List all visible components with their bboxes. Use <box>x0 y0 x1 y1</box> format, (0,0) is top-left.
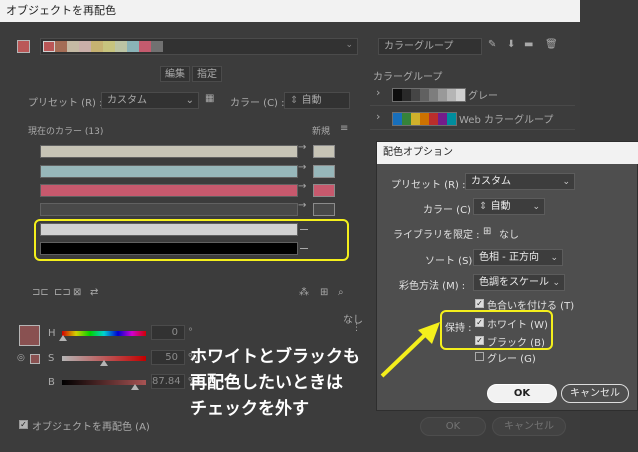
annotation-arrow <box>380 322 440 378</box>
dialog-library-label: ライブラリを限定 : <box>393 230 480 241</box>
annotation-line-3: チェックを外す <box>190 399 309 419</box>
dialog-colors-select[interactable]: ⇕ 自動 ⌄ <box>473 198 545 215</box>
dialog-cancel-button[interactable]: キャンセル <box>561 384 629 403</box>
dialog-ok-button[interactable]: OK <box>487 384 557 403</box>
dialog-sort-select[interactable]: 色相 - 正方向 ⌄ <box>473 249 563 266</box>
preserve-checkboxes-highlight <box>440 310 553 350</box>
chevron-down-icon: ⌄ <box>552 278 560 288</box>
chevron-down-icon: ⌄ <box>532 202 540 212</box>
stepper-icon: ⇕ <box>479 201 491 212</box>
dialog-library-value: なし <box>499 230 519 241</box>
dialog-sort-label: ソート (S) : <box>425 256 479 267</box>
dialog-recolor-method-select[interactable]: 色調をスケール ⌄ <box>473 274 565 291</box>
annotation-callout: ホワイトとブラックも 再配色したいときは チェックを外す <box>190 344 370 422</box>
annotation-line-2: 再配色したいときは <box>190 373 343 393</box>
combine-tints-checkbox[interactable]: ✓ <box>475 299 484 308</box>
library-icon[interactable]: ⊞ <box>483 226 491 237</box>
chevron-down-icon: ⌄ <box>562 177 570 187</box>
dialog-preset-select[interactable]: カスタム ⌄ <box>465 173 575 190</box>
window-title: オブジェクトを再配色 <box>0 0 580 22</box>
dialog-recolor-method-label: 彩色方法 (M) : <box>399 281 466 292</box>
preserve-gray-label: グレー (G) <box>487 354 536 365</box>
dialog-preset-label: プリセット (R) : <box>391 180 466 191</box>
annotation-line-1: ホワイトとブラックも <box>190 347 360 367</box>
chevron-down-icon: ⌄ <box>550 253 558 263</box>
white-black-rows-highlight <box>34 219 349 261</box>
dialog-colors-label: カラー (C) : <box>423 205 478 216</box>
dialog-title: 配色オプション <box>377 142 638 164</box>
preserve-gray-checkbox[interactable] <box>475 352 484 361</box>
